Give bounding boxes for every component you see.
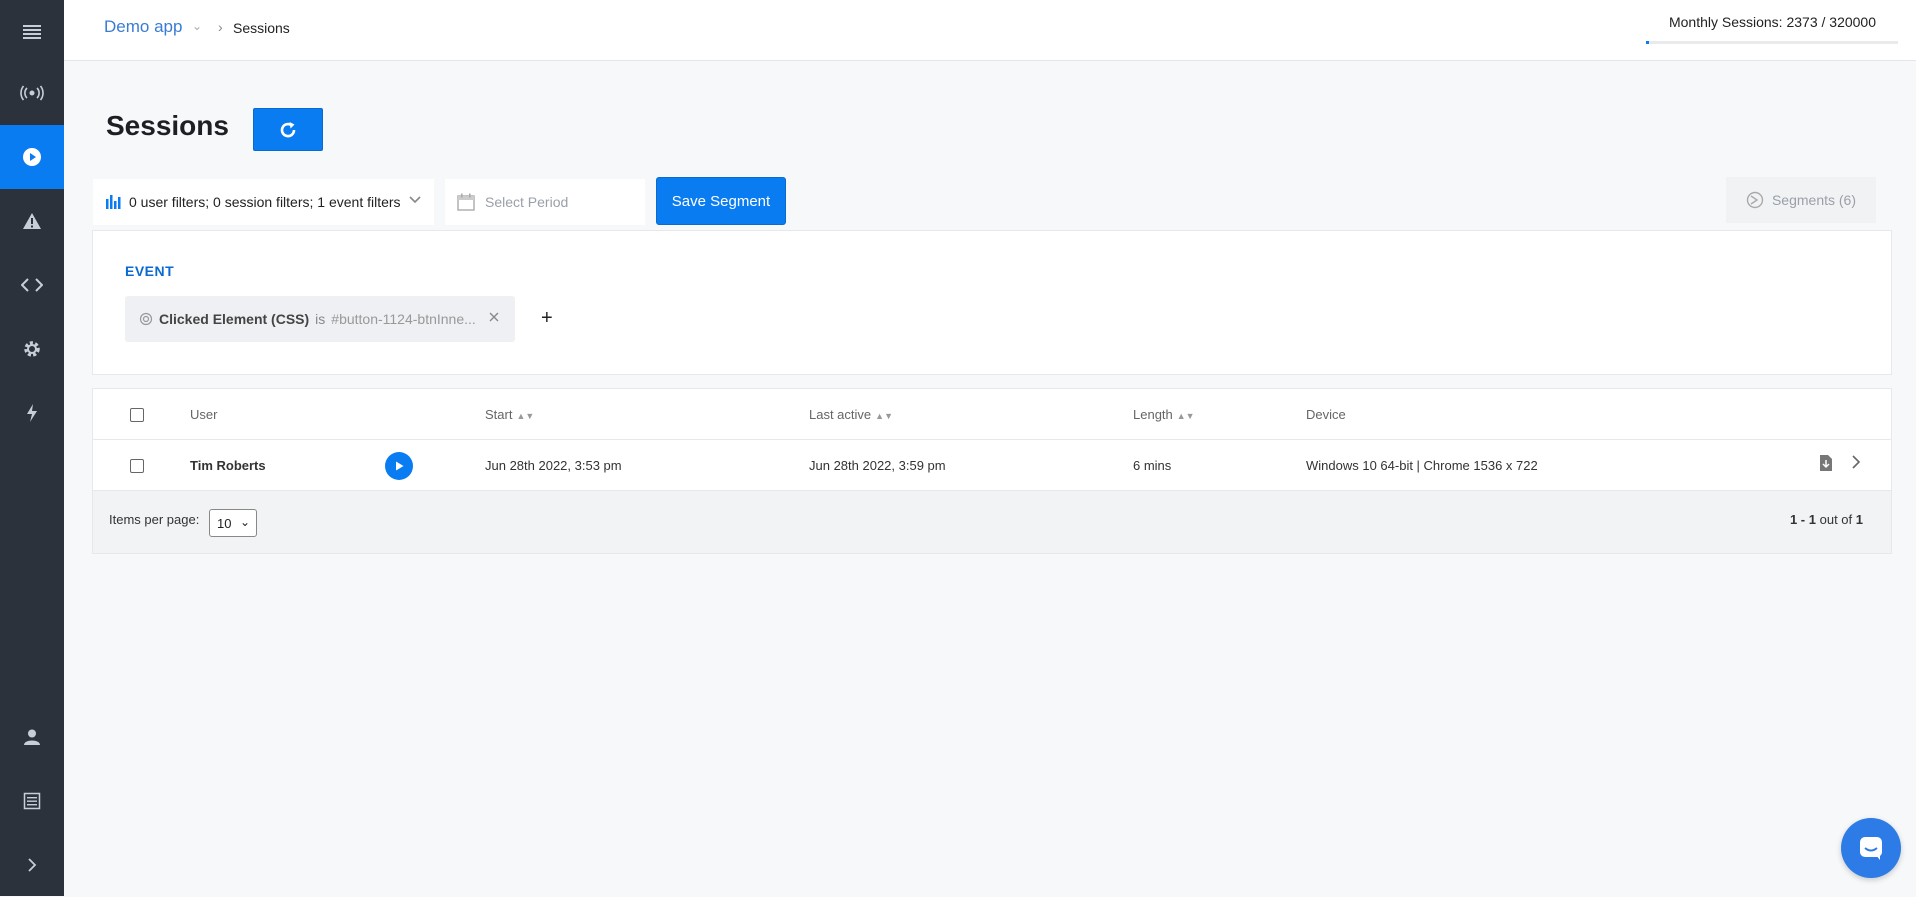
filter-summary-dropdown[interactable]: 0 user filters; 0 session filters; 1 eve… (93, 179, 434, 225)
refresh-button[interactable] (253, 108, 323, 151)
event-filter-panel: EVENT Clicked Element (CSS) is #button-1… (92, 230, 1892, 375)
event-filter-operator: is (315, 311, 326, 327)
calendar-icon (457, 193, 475, 211)
event-filter-property: Clicked Element (CSS) (159, 311, 310, 327)
row-checkbox[interactable] (130, 459, 144, 473)
row-length: 6 mins (1133, 458, 1172, 473)
play-circle-icon (23, 148, 41, 166)
menu-icon[interactable] (0, 0, 64, 64)
click-icon (139, 312, 153, 326)
row-user[interactable]: Tim Roberts (190, 458, 266, 473)
topbar: Demo app ⌄ › Sessions Monthly Sessions: … (64, 0, 1916, 61)
code-icon[interactable] (0, 253, 64, 317)
sort-icon: ▲▼ (1176, 411, 1195, 421)
bolt-icon[interactable] (0, 381, 64, 445)
row-actions (1819, 454, 1861, 472)
column-start[interactable]: Start ▲▼ (485, 407, 534, 422)
items-per-page-label: Items per page: (109, 512, 200, 527)
column-device: Device (1306, 407, 1346, 422)
breadcrumb-separator-icon: › (218, 19, 223, 35)
sort-icon: ▲▼ (516, 411, 535, 421)
items-per-page-select[interactable]: 10 ⌄ (209, 509, 257, 537)
monthly-sessions-bar (1646, 41, 1898, 44)
event-filter-chip[interactable]: Clicked Element (CSS) is #button-1124-bt… (125, 296, 515, 342)
chat-icon (1860, 837, 1882, 860)
event-label: EVENT (125, 263, 175, 279)
chevron-down-icon (409, 196, 421, 204)
gear-icon[interactable] (0, 317, 64, 381)
segments-button[interactable]: Segments (6) (1726, 177, 1876, 223)
user-icon[interactable] (0, 705, 64, 769)
row-last-active: Jun 28th 2022, 3:59 pm (809, 458, 946, 473)
table-row[interactable]: Tim Roberts Jun 28th 2022, 3:53 pm Jun 2… (93, 440, 1891, 491)
list-icon[interactable] (0, 769, 64, 833)
row-start: Jun 28th 2022, 3:53 pm (485, 458, 622, 473)
save-segment-button[interactable]: Save Segment (656, 177, 786, 225)
table-header: User Start ▲▼ Last active ▲▼ Length ▲▼ Devi… (93, 389, 1891, 440)
column-last-active[interactable]: Last active ▲▼ (809, 407, 893, 422)
nav-sessions[interactable] (0, 125, 64, 189)
close-icon[interactable] (487, 310, 501, 324)
sidebar (0, 0, 64, 896)
filter-summary-text: 0 user filters; 0 session filters; 1 eve… (129, 194, 401, 210)
play-session-button[interactable] (385, 452, 413, 480)
period-picker[interactable]: Select Period (445, 179, 645, 225)
pagination-info: 1 - 1 out of 1 (1790, 512, 1863, 527)
monthly-sessions: Monthly Sessions: 2373 / 320000 (1646, 8, 1898, 44)
add-event-filter-button[interactable]: + (541, 307, 553, 330)
chevron-down-icon[interactable]: ⌄ (192, 19, 202, 33)
segments-icon (1746, 191, 1764, 209)
chevron-right-icon[interactable] (0, 833, 64, 897)
row-device: Windows 10 64-bit | Chrome 1536 x 722 (1306, 458, 1538, 473)
page-title: Sessions (106, 110, 229, 141)
monthly-sessions-fill (1646, 41, 1649, 44)
pagination-total: 1 (1855, 512, 1863, 527)
monthly-sessions-text: Monthly Sessions: 2373 / 320000 (1668, 14, 1876, 30)
breadcrumb: Sessions (233, 20, 290, 36)
pagination-range: 1 - 1 (1789, 512, 1816, 527)
event-filter-value: #button-1124-btnInne... (331, 311, 476, 327)
segments-label: Segments (6) (1771, 192, 1857, 208)
app-switcher[interactable]: Demo app (104, 17, 182, 37)
period-placeholder: Select Period (485, 194, 569, 210)
column-user: User (190, 407, 218, 422)
play-icon (396, 461, 404, 471)
items-per-page-value: 10 (217, 515, 232, 531)
select-all-checkbox[interactable] (130, 408, 144, 422)
broadcast-icon[interactable] (0, 61, 64, 125)
pagination-out-of: out of (1819, 512, 1853, 527)
bar-chart-icon (106, 195, 121, 209)
chevron-down-icon: ⌄ (239, 515, 250, 529)
chevron-right-icon[interactable] (1851, 454, 1861, 470)
sort-icon: ▲▼ (875, 411, 893, 421)
table-footer: Items per page: 10 ⌄ 1 - 1 out of 1 (93, 491, 1891, 553)
chat-widget-button[interactable] (1841, 818, 1901, 878)
column-length[interactable]: Length ▲▼ (1133, 407, 1195, 422)
sessions-table: User Start ▲▼ Last active ▲▼ Length ▲▼ Devi… (92, 388, 1892, 554)
download-file-icon[interactable] (1819, 454, 1833, 472)
warning-icon[interactable] (0, 189, 64, 253)
refresh-icon (280, 121, 296, 137)
